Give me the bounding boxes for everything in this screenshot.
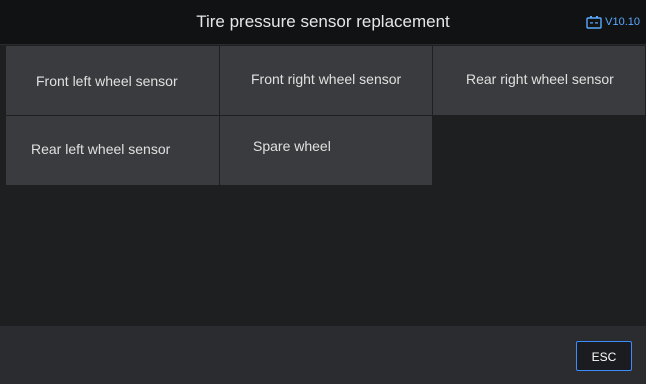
menu-item-front-right-wheel-sensor[interactable]: Front right wheel sensor bbox=[220, 46, 433, 116]
menu-item-label: Rear left wheel sensor bbox=[31, 141, 171, 157]
menu-item-rear-right-wheel-sensor[interactable]: Rear right wheel sensor bbox=[433, 46, 646, 116]
sensor-menu-grid: Front left wheel sensor Front right whee… bbox=[6, 46, 646, 186]
page-title: Tire pressure sensor replacement bbox=[196, 12, 450, 31]
version-label: V10.10 bbox=[605, 16, 640, 28]
version-indicator: V10.10 bbox=[586, 14, 640, 30]
screen: Tire pressure sensor replacement V10.10 … bbox=[0, 0, 646, 384]
header-bar: Tire pressure sensor replacement V10.10 bbox=[0, 0, 646, 45]
footer-bar: ESC bbox=[0, 326, 646, 384]
menu-item-rear-left-wheel-sensor[interactable]: Rear left wheel sensor bbox=[6, 116, 220, 186]
menu-item-spare-wheel[interactable]: Spare wheel bbox=[220, 116, 433, 186]
esc-button[interactable]: ESC bbox=[576, 341, 632, 371]
menu-item-label: Rear right wheel sensor bbox=[466, 71, 614, 87]
menu-item-label: Spare wheel bbox=[253, 138, 331, 154]
menu-item-front-left-wheel-sensor[interactable]: Front left wheel sensor bbox=[6, 46, 220, 116]
menu-item-label: Front right wheel sensor bbox=[251, 71, 402, 87]
battery-icon bbox=[586, 15, 602, 29]
menu-item-label: Front left wheel sensor bbox=[36, 73, 178, 89]
